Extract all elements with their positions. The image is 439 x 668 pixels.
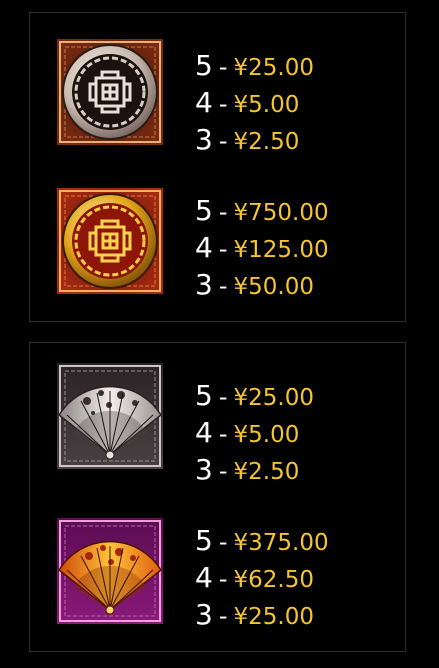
pay-lines: 5- ¥375.00 4- ¥62.50 3- ¥25.00: [195, 522, 329, 633]
pay-line: 3- ¥2.50: [195, 121, 314, 158]
pay-line: 5- ¥25.00: [195, 377, 314, 414]
payout-amount: ¥25.00: [233, 55, 314, 81]
symbol-count: 4: [195, 561, 213, 594]
symbol-count: 5: [195, 524, 213, 557]
paytable-entry: 5- ¥750.00 4- ¥125.00 3- ¥50.00: [30, 168, 405, 308]
pay-line: 5- ¥375.00: [195, 522, 329, 559]
paytable-entry: 5- ¥375.00 4- ¥62.50 3- ¥25.00: [30, 498, 405, 638]
paytable-entry: 5- ¥25.00 4- ¥5.00 3- ¥2.50: [30, 353, 405, 493]
dash: -: [218, 235, 228, 263]
dash: -: [218, 53, 228, 81]
payout-amount: ¥5.00: [233, 92, 300, 118]
pay-line: 5- ¥25.00: [195, 47, 314, 84]
dash: -: [218, 383, 228, 411]
pay-line: 5- ¥750.00: [195, 192, 329, 229]
pay-line: 4- ¥62.50: [195, 559, 329, 596]
symbol-count: 3: [195, 598, 213, 631]
payout-amount: ¥50.00: [233, 274, 314, 300]
pay-line: 4- ¥5.00: [195, 84, 314, 121]
payout-amount: ¥125.00: [233, 237, 329, 263]
pay-lines: 5- ¥750.00 4- ¥125.00 3- ¥50.00: [195, 192, 329, 303]
symbol-count: 3: [195, 268, 213, 301]
paytable-panel-fans: 5- ¥25.00 4- ¥5.00 3- ¥2.50 5 - ¥375.00 …: [29, 342, 406, 652]
payout-amount: ¥25.00: [233, 604, 314, 630]
dash: -: [218, 90, 228, 118]
dash: -: [218, 272, 228, 300]
symbol-count: 3: [195, 123, 213, 156]
symbol-count: 3: [195, 453, 213, 486]
paytable-entry: 5- ¥25.00 4- ¥5.00 3- ¥2.50: [30, 25, 405, 165]
dash: -: [218, 528, 228, 556]
payout-amount: ¥750.00: [233, 200, 329, 226]
paytable-panel-coins: 5- ¥25.00 4- ¥5.00 3- ¥2.50 5 - ¥750.00 …: [29, 12, 406, 322]
dash: -: [218, 127, 228, 155]
dash: -: [218, 457, 228, 485]
symbol-count: 5: [195, 49, 213, 82]
gold-coin-icon: [57, 188, 163, 294]
payout-amount: ¥25.00: [233, 385, 314, 411]
symbol-count: 4: [195, 231, 213, 264]
payout-amount: ¥62.50: [233, 567, 314, 593]
silver-coin-icon: [57, 39, 163, 145]
symbol-count: 5: [195, 379, 213, 412]
pay-line: 4- ¥125.00: [195, 229, 329, 266]
payout-amount: ¥5.00: [233, 422, 300, 448]
pay-line: 3- ¥25.00: [195, 596, 329, 633]
symbol-count: 4: [195, 86, 213, 119]
pay-line: 4- ¥5.00: [195, 414, 314, 451]
pay-line: 3- ¥50.00: [195, 266, 329, 303]
symbol-count: 5: [195, 194, 213, 227]
payout-amount: ¥375.00: [233, 530, 329, 556]
payout-amount: ¥2.50: [233, 129, 300, 155]
payout-amount: ¥2.50: [233, 459, 300, 485]
pay-line: 3- ¥2.50: [195, 451, 314, 488]
gold-fan-icon: [57, 518, 163, 624]
dash: -: [218, 198, 228, 226]
pay-lines: 5- ¥25.00 4- ¥5.00 3- ¥2.50: [195, 377, 314, 488]
silver-fan-icon: [57, 363, 163, 469]
pay-lines: 5- ¥25.00 4- ¥5.00 3- ¥2.50: [195, 47, 314, 158]
dash: -: [218, 565, 228, 593]
dash: -: [218, 420, 228, 448]
symbol-count: 4: [195, 416, 213, 449]
dash: -: [218, 602, 228, 630]
